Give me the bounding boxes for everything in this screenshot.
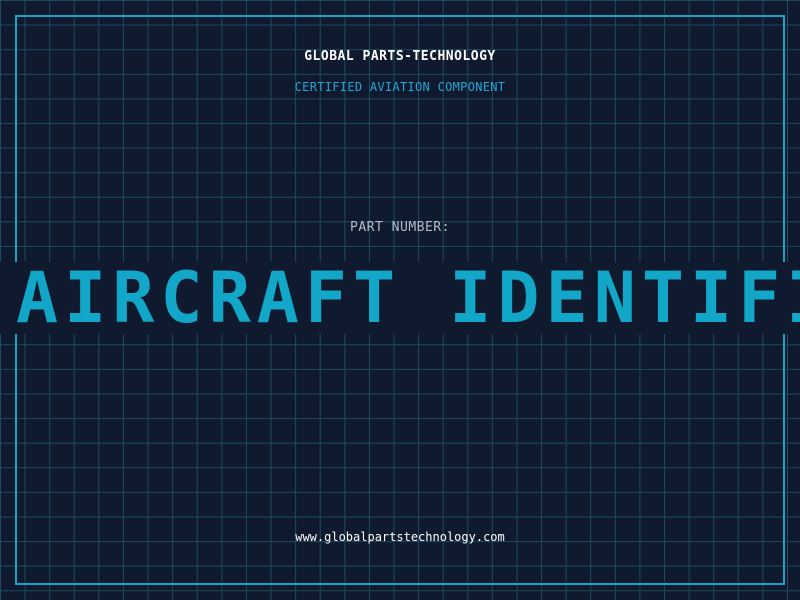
website-url: www.globalpartstechnology.com — [295, 530, 505, 544]
certification-subtitle: CERTIFIED AVIATION COMPONENT — [294, 80, 506, 94]
part-number-value: AIRCRAFT IDENTIFIC — [16, 262, 800, 334]
part-number-label: PART NUMBER: — [350, 220, 450, 235]
company-title: GLOBAL PARTS-TECHNOLOGY — [304, 49, 496, 64]
part-number-band: AIRCRAFT IDENTIFIC — [0, 262, 800, 334]
label-screen: GLOBAL PARTS-TECHNOLOGY CERTIFIED AVIATI… — [0, 0, 800, 600]
